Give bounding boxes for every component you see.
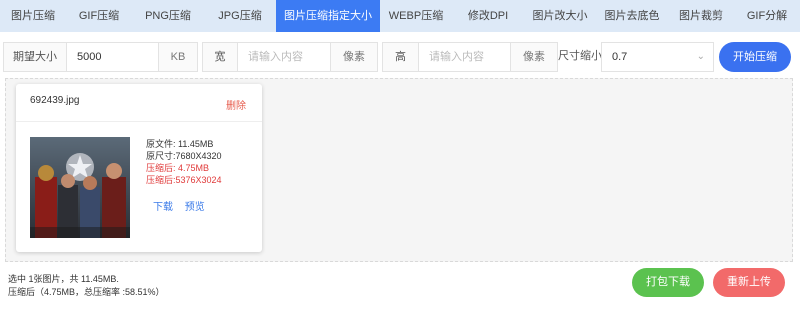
download-all-button[interactable]: 打包下载	[632, 268, 704, 297]
height-unit: 像素	[510, 42, 558, 72]
width-unit: 像素	[330, 42, 378, 72]
image-thumbnail[interactable]	[30, 137, 130, 238]
tab-image-compress[interactable]: 图片压缩	[0, 0, 66, 32]
scale-select-value: 0.7	[612, 51, 628, 63]
file-name: 692439.jpg	[30, 95, 80, 106]
summary-selected: 选中 1张图片，共 11.45MB.	[8, 274, 119, 284]
summary-result: 压缩后（4.75MB，总压缩率 :58.51%）	[8, 287, 165, 297]
compressed-dimensions: 压缩后:5376X3024	[146, 175, 222, 185]
download-link[interactable]: 下载	[153, 202, 173, 213]
chevron-down-icon: ⌄	[696, 51, 705, 62]
options-row: 期望大小 5000 KB 宽 请输入内容 像素 高 请输入内容 像素 尺寸缩小 …	[0, 42, 800, 72]
start-compress-button[interactable]: 开始压缩	[719, 42, 791, 72]
width-input[interactable]: 请输入内容	[237, 42, 331, 72]
tab-crop-image[interactable]: 图片裁剪	[668, 0, 734, 32]
compression-summary: 选中 1张图片，共 11.45MB. 压缩后（4.75MB，总压缩率 :58.5…	[8, 273, 165, 299]
scale-label: 尺寸缩小	[558, 50, 602, 62]
height-label: 高	[382, 42, 419, 72]
tab-remove-background[interactable]: 图片去底色	[596, 0, 668, 32]
preview-link[interactable]: 预览	[185, 202, 205, 213]
tab-webp-compress[interactable]: WEBP压缩	[380, 0, 452, 32]
tab-jpg-compress[interactable]: JPG压缩	[204, 0, 276, 32]
file-card-header: 692439.jpg 删除	[16, 84, 262, 122]
expected-size-label: 期望大小	[3, 42, 67, 72]
original-dimensions: 原尺寸:7680X4320	[146, 151, 222, 161]
compressed-size: 压缩后: 4.75MB	[146, 163, 210, 173]
expected-size-unit: KB	[158, 42, 198, 72]
scale-select[interactable]: 0.7 ⌄	[601, 42, 714, 72]
tab-modify-dpi[interactable]: 修改DPI	[452, 0, 524, 32]
expected-size-input[interactable]: 5000	[66, 42, 159, 72]
delete-button[interactable]: 删除	[226, 97, 246, 112]
tab-resize-image[interactable]: 图片改大小	[524, 0, 596, 32]
height-input[interactable]: 请输入内容	[418, 42, 511, 72]
file-card: 692439.jpg 删除 原文件: 11.45MB 原尺寸:7680X4320…	[16, 84, 262, 252]
tab-compress-to-size[interactable]: 图片压缩指定大小	[276, 0, 380, 32]
width-label: 宽	[202, 42, 238, 72]
tab-gif-split[interactable]: GIF分解	[734, 0, 800, 32]
reupload-button[interactable]: 重新上传	[713, 268, 785, 297]
file-actions: 下载 预览	[153, 198, 214, 213]
tab-bar: 图片压缩 GIF压缩 PNG压缩 JPG压缩 图片压缩指定大小 WEBP压缩 修…	[0, 0, 800, 32]
original-size: 原文件: 11.45MB	[146, 139, 214, 149]
file-meta: 原文件: 11.45MB 原尺寸:7680X4320 压缩后: 4.75MB 压…	[146, 138, 222, 186]
tab-gif-compress[interactable]: GIF压缩	[66, 0, 132, 32]
tab-png-compress[interactable]: PNG压缩	[132, 0, 204, 32]
